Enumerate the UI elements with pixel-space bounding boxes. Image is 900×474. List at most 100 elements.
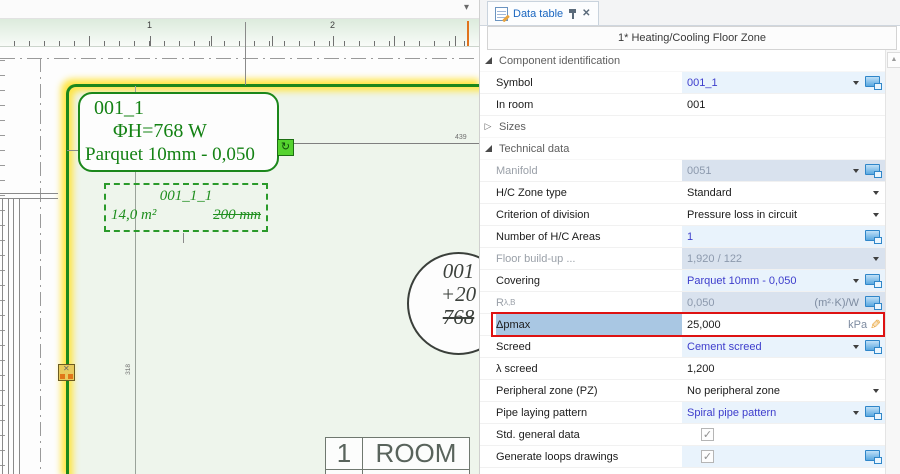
property-row[interactable]: Manifold 0051 bbox=[480, 160, 885, 182]
open-dialog-icon[interactable] bbox=[865, 164, 880, 175]
property-row[interactable]: λ screed 1,200 bbox=[480, 358, 885, 380]
property-value[interactable]: 1,920 / 122 bbox=[687, 253, 742, 265]
scrollbar[interactable]: ▲ bbox=[885, 50, 900, 474]
chevron-down-icon[interactable] bbox=[873, 257, 879, 261]
property-label[interactable]: Std. general data bbox=[496, 424, 682, 445]
property-value[interactable]: 1,200 bbox=[687, 363, 715, 375]
property-row[interactable]: Criterion of division Pressure loss in ci… bbox=[480, 204, 885, 226]
property-label[interactable]: Peripheral zone (PZ) bbox=[496, 380, 682, 401]
property-label[interactable]: Pipe laying pattern bbox=[496, 402, 682, 423]
chevron-down-icon[interactable] bbox=[853, 81, 859, 85]
property-value-cell[interactable]: Cement screed bbox=[682, 336, 885, 357]
open-dialog-icon[interactable] bbox=[865, 450, 880, 461]
pipe-cut-marker-icon[interactable]: ✕ bbox=[58, 364, 75, 381]
collapse-icon[interactable] bbox=[480, 138, 496, 159]
section-row[interactable]: ▷Heating bbox=[480, 468, 885, 474]
property-value[interactable]: Pressure loss in circuit bbox=[687, 209, 797, 221]
room-legend-table[interactable]: 1 ROOM bbox=[325, 437, 470, 474]
property-value-cell[interactable]: Parquet 10mm - 0,050 bbox=[682, 270, 885, 291]
property-label[interactable]: Manifold bbox=[496, 160, 682, 181]
property-value-cell[interactable]: 1,200 bbox=[682, 358, 885, 379]
property-value-cell[interactable]: Pressure loss in circuit bbox=[682, 204, 885, 225]
property-row[interactable]: Rλ,B0,050(m²·K)/W bbox=[480, 292, 885, 314]
property-label[interactable]: Number of H/C Areas bbox=[496, 226, 682, 247]
property-value[interactable]: 001 bbox=[687, 99, 705, 111]
section-row[interactable]: Technical data bbox=[480, 138, 885, 160]
open-dialog-icon[interactable] bbox=[865, 340, 880, 351]
property-row[interactable]: In room 001 bbox=[480, 94, 885, 116]
property-row[interactable]: Pipe laying pattern Spiral pipe pattern bbox=[480, 402, 885, 424]
property-value-cell[interactable]: 001_1 bbox=[682, 72, 885, 93]
property-row[interactable]: Floor build-up ... 1,920 / 122 bbox=[480, 248, 885, 270]
property-row[interactable]: Symbol 001_1 bbox=[480, 72, 885, 94]
property-value-cell[interactable]: ✓ bbox=[682, 424, 885, 445]
open-dialog-icon[interactable] bbox=[865, 230, 880, 241]
property-row[interactable]: Peripheral zone (PZ) No peripheral zone bbox=[480, 380, 885, 402]
drawing-canvas[interactable]: ▾ 1 2 439 318 001_1 ΦH=768 W Parquet 10m… bbox=[0, 0, 479, 474]
section-row[interactable]: Component identification bbox=[480, 50, 885, 72]
property-value[interactable]: 25,000 bbox=[687, 319, 721, 331]
property-row[interactable]: H/C Zone type Standard bbox=[480, 182, 885, 204]
close-icon[interactable]: ✕ bbox=[582, 8, 590, 19]
property-value-cell[interactable]: 0051 bbox=[682, 160, 885, 181]
property-value[interactable]: Standard bbox=[687, 187, 732, 199]
property-value[interactable]: 1 bbox=[687, 231, 693, 243]
property-value-cell[interactable]: Spiral pipe pattern bbox=[682, 402, 885, 423]
open-dialog-icon[interactable] bbox=[865, 406, 880, 417]
expand-icon[interactable]: ▷ bbox=[480, 116, 496, 137]
property-row[interactable]: Number of H/C Areas 1 bbox=[480, 226, 885, 248]
property-label[interactable]: Δpmax bbox=[496, 314, 682, 335]
property-label[interactable]: Criterion of division bbox=[496, 204, 682, 225]
chevron-down-icon[interactable] bbox=[853, 169, 859, 173]
property-label[interactable]: H/C Zone type bbox=[496, 182, 682, 203]
chevron-down-icon[interactable] bbox=[853, 345, 859, 349]
hc-area-label-box[interactable]: 001_1_1 14,0 m² 200 mm bbox=[104, 183, 268, 232]
property-value[interactable]: 0,050 bbox=[687, 297, 715, 309]
property-value[interactable]: No peripheral zone bbox=[687, 385, 780, 397]
property-value[interactable]: Cement screed bbox=[687, 341, 762, 353]
tab-data-table[interactable]: Data table ✕ bbox=[487, 1, 599, 25]
checkbox[interactable]: ✓ bbox=[701, 428, 714, 441]
property-row[interactable]: Generate loops drawings ✓ bbox=[480, 446, 885, 468]
property-label[interactable]: Floor build-up ... bbox=[496, 248, 682, 269]
property-value-cell[interactable]: Standard bbox=[682, 182, 885, 203]
edit-pencil-icon[interactable]: ✎ bbox=[870, 317, 881, 333]
property-value-cell[interactable]: No peripheral zone bbox=[682, 380, 885, 401]
property-value-cell[interactable]: 0,050(m²·K)/W bbox=[682, 292, 885, 313]
pin-icon[interactable] bbox=[568, 8, 577, 20]
open-dialog-icon[interactable] bbox=[865, 274, 880, 285]
property-value[interactable]: 001_1 bbox=[687, 77, 718, 89]
chevron-down-icon[interactable] bbox=[873, 213, 879, 217]
collapse-icon[interactable] bbox=[480, 50, 496, 71]
section-row[interactable]: ▷Sizes bbox=[480, 116, 885, 138]
property-label[interactable]: λ screed bbox=[496, 358, 682, 379]
property-label[interactable]: Symbol bbox=[496, 72, 682, 93]
checkbox[interactable]: ✓ bbox=[701, 450, 714, 463]
property-row[interactable]: Covering Parquet 10mm - 0,050 bbox=[480, 270, 885, 292]
chevron-down-icon[interactable] bbox=[873, 191, 879, 195]
property-row[interactable]: Std. general data ✓ bbox=[480, 424, 885, 446]
property-label[interactable]: Screed bbox=[496, 336, 682, 357]
property-value-cell[interactable]: 001 bbox=[682, 94, 885, 115]
property-label[interactable]: Generate loops drawings bbox=[496, 446, 682, 467]
property-value[interactable]: Parquet 10mm - 0,050 bbox=[687, 275, 796, 287]
scroll-up-button[interactable]: ▲ bbox=[887, 52, 900, 68]
zone-label-box[interactable]: 001_1 ΦH=768 W Parquet 10mm - 0,050 bbox=[78, 92, 279, 172]
chevron-down-icon[interactable] bbox=[853, 279, 859, 283]
property-value[interactable]: 0051 bbox=[687, 165, 711, 177]
chevron-down-icon[interactable] bbox=[853, 411, 859, 415]
property-row[interactable]: Δpmax25,000kPa✎ bbox=[480, 314, 885, 336]
property-label[interactable]: Covering bbox=[496, 270, 682, 291]
property-value-cell[interactable]: 1,920 / 122 bbox=[682, 248, 885, 269]
chevron-down-icon[interactable]: ▾ bbox=[464, 2, 469, 13]
property-value-cell[interactable]: ✓ bbox=[682, 446, 885, 467]
property-row[interactable]: Screed Cement screed bbox=[480, 336, 885, 358]
rotate-handle-icon[interactable]: ↻ bbox=[277, 139, 294, 156]
open-dialog-icon[interactable] bbox=[865, 296, 880, 307]
property-value[interactable]: Spiral pipe pattern bbox=[687, 407, 776, 419]
expand-icon[interactable]: ▷ bbox=[480, 468, 496, 474]
property-label[interactable]: Rλ,B bbox=[496, 292, 682, 313]
property-label[interactable]: In room bbox=[496, 94, 682, 115]
property-value-cell[interactable]: 1 bbox=[682, 226, 885, 247]
property-value-cell[interactable]: 25,000kPa✎ bbox=[682, 314, 885, 335]
